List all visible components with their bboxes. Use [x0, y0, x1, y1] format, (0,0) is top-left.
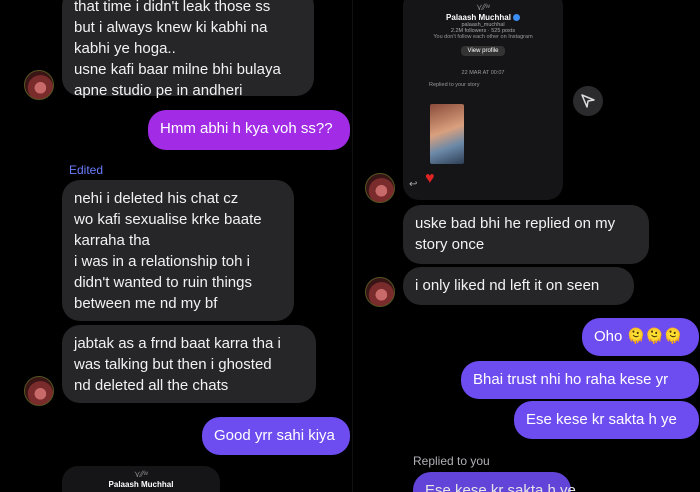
message-text: nehi i deleted his chat cz	[74, 190, 239, 207]
timestamp: 22 MAR AT 00:07	[461, 70, 505, 76]
avatar[interactable]	[24, 70, 54, 100]
message-text: apne studio pe in andheri	[74, 82, 243, 99]
profile-logo-icon: ⋎⁄⁄ʷ	[134, 469, 148, 479]
message-text: nd deleted all the chats	[74, 377, 229, 394]
message-bubble[interactable]: i only liked nd left it on seen	[403, 267, 634, 305]
message-text: jabtak as a frnd baat karra tha i	[74, 335, 281, 352]
send-icon	[581, 94, 595, 108]
message-bubble-outgoing[interactable]: Oho 🫠🫠🫠	[582, 318, 699, 356]
message-text: usne kafi baar milne bhi bulaya	[74, 61, 281, 78]
reply-icon[interactable]: ↩	[409, 179, 417, 190]
message-text: that time i didn't leak those ss	[74, 0, 271, 15]
profile-share-card[interactable]: ⋎⁄⁄ʷ Palaash Muchhal	[62, 466, 220, 492]
message-bubble[interactable]: uske bad bhi he replied on my story once	[403, 205, 649, 264]
message-bubble-outgoing[interactable]: Hmm abhi h kya voh ss??	[148, 110, 350, 150]
edited-label: Edited	[69, 163, 104, 177]
message-text: uske bad bhi he replied on my	[415, 215, 616, 232]
avatar[interactable]	[24, 376, 54, 406]
message-text: Bhai trust nhi ho raha kese yr	[473, 371, 669, 388]
message-bubble-outgoing[interactable]: Good yrr sahi kiya	[202, 417, 350, 455]
message-text: kabhi ye hoga..	[74, 40, 176, 57]
share-button[interactable]	[573, 86, 603, 116]
replied-to-label: Replied to you	[413, 454, 490, 468]
avatar[interactable]	[365, 277, 395, 307]
message-bubble[interactable]: that time i didn't leak those ss but i a…	[62, 0, 314, 99]
view-profile-button[interactable]: View profile	[461, 46, 505, 56]
message-text: didn't wanted to ruin things	[74, 274, 252, 291]
message-text: karraha tha	[74, 232, 150, 249]
message-text: Oho 🫠🫠🫠	[594, 328, 683, 345]
message-text: Ese kese kr sakta h ye	[526, 411, 677, 428]
profile-logo-icon: ⋎⁄⁄ʷ	[476, 2, 490, 12]
message-text: wo kafi sexualise krke baate	[74, 211, 262, 228]
replied-story-label: Replied to your story	[429, 82, 480, 88]
avatar[interactable]	[365, 173, 395, 203]
message-text: i was in a relationship toh i	[74, 253, 250, 270]
message-text: story once	[415, 236, 485, 253]
message-bubble-outgoing[interactable]: Ese kese kr sakta h ye	[413, 472, 576, 492]
message-text: was talking but then i ghosted	[74, 356, 272, 373]
message-bubble-outgoing[interactable]: Ese kese kr sakta h ye	[514, 401, 699, 439]
message-text: but i always knew ki kabhi na	[74, 19, 268, 36]
profile-follow-note: You don't follow each other on Instagram	[433, 34, 533, 40]
profile-name: Palaash Muchhal	[108, 480, 174, 489]
heart-icon: ♥	[425, 170, 435, 187]
story-thumbnail[interactable]	[430, 104, 464, 164]
message-text: i only liked nd left it on seen	[415, 277, 600, 294]
verified-icon	[512, 14, 520, 22]
message-text: Good yrr sahi kiya	[214, 427, 335, 444]
message-bubble[interactable]: jabtak as a frnd baat karra tha i was ta…	[62, 325, 316, 403]
left-chat-pane: that time i didn't leak those ss but i a…	[0, 0, 352, 492]
message-text: Hmm abhi h kya voh ss??	[160, 120, 333, 137]
message-bubble[interactable]: nehi i deleted his chat cz wo kafi sexua…	[62, 180, 294, 321]
message-text: Ese kese kr sakta h ye	[425, 482, 576, 492]
message-text: between me nd my bf	[74, 295, 218, 312]
right-chat-pane: ⋎⁄⁄ʷ Palaash Muchhal palaash_muchhal 2.2…	[352, 0, 700, 492]
profile-name: Palaash Muchhal	[403, 13, 563, 22]
message-bubble-outgoing[interactable]: Bhai trust nhi ho raha kese yr	[461, 361, 699, 399]
